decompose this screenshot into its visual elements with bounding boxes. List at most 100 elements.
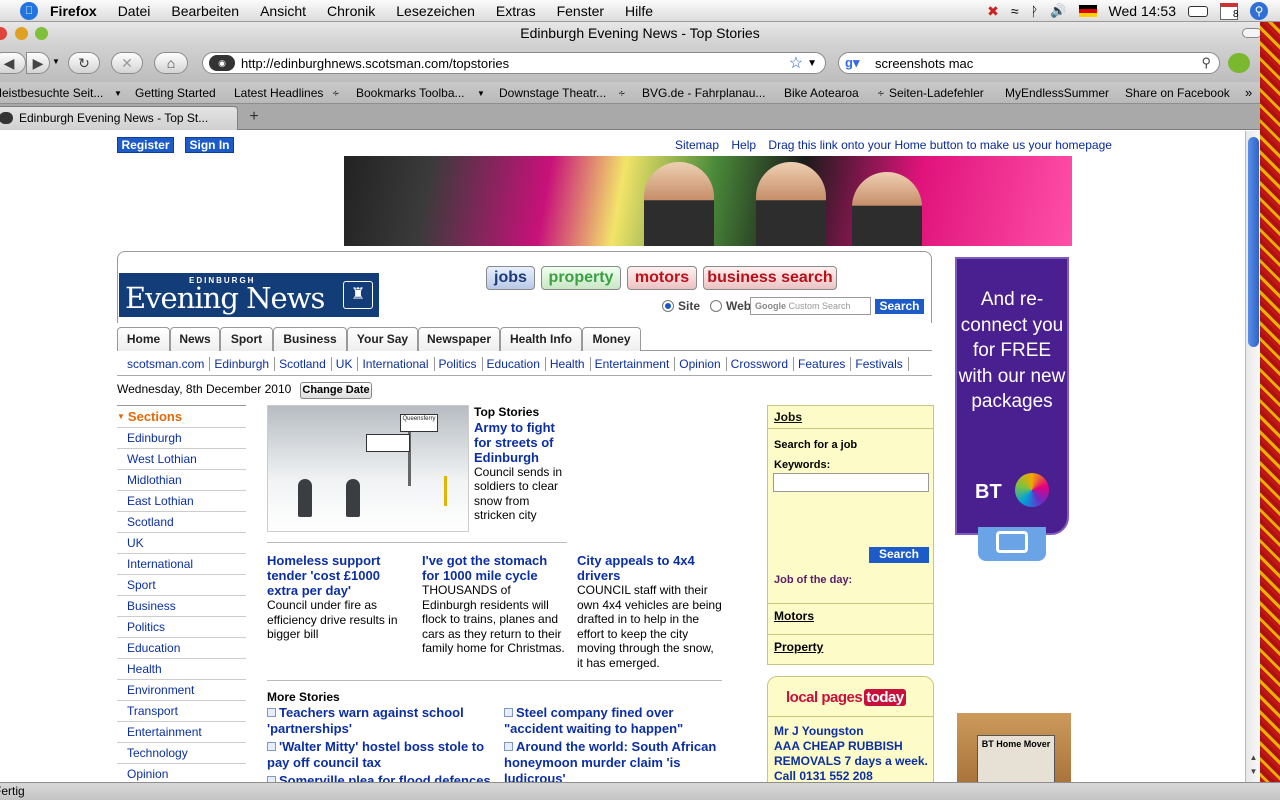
section-link[interactable]: Sport: [117, 574, 246, 595]
bt-home-mover-ad[interactable]: BT Home Mover: [957, 713, 1071, 782]
clock[interactable]: Wed 14:53: [1109, 3, 1176, 19]
section-link[interactable]: Edinburgh: [117, 427, 246, 448]
bookmark-item[interactable]: Latest Headlines: [234, 86, 323, 100]
bookmark-item[interactable]: Share on Facebook: [1125, 86, 1230, 100]
menu-hilfe[interactable]: Hilfe: [625, 3, 653, 19]
menu-chronik[interactable]: Chronik: [327, 3, 375, 19]
section-link[interactable]: Environment: [117, 679, 246, 700]
battery-icon[interactable]: [1188, 5, 1208, 17]
section-link[interactable]: Health: [117, 658, 246, 679]
job-search-button[interactable]: Search: [869, 547, 929, 563]
property-button[interactable]: property: [541, 266, 621, 290]
more-story-link[interactable]: Teachers warn against school 'partnershi…: [267, 705, 492, 737]
motors-link[interactable]: Motors: [768, 603, 933, 628]
bookmark-item[interactable]: MyEndlessSummer: [1005, 86, 1109, 100]
menu-lesezeichen[interactable]: Lesezeichen: [396, 3, 475, 19]
bookmark-item[interactable]: Seiten-Ladefehler: [889, 86, 984, 100]
menu-app-firefox[interactable]: Firefox: [50, 3, 97, 19]
story-headline[interactable]: City appeals to 4x4 drivers: [577, 553, 723, 583]
bookmark-star-icon[interactable]: ☆: [789, 53, 803, 73]
subnav-uk[interactable]: UK: [331, 357, 359, 371]
minimize-window-icon[interactable]: [15, 27, 28, 40]
section-link[interactable]: Education: [117, 637, 246, 658]
spotlight-icon[interactable]: ⚲: [1250, 2, 1268, 20]
menu-bearbeiten[interactable]: Bearbeiten: [171, 3, 239, 19]
site-radio[interactable]: [662, 300, 674, 312]
business-search-button[interactable]: business search: [703, 266, 837, 290]
scrollbar-thumb[interactable]: [1248, 137, 1259, 347]
subnav-crossword[interactable]: Crossword: [726, 357, 795, 371]
back-button[interactable]: ◀: [0, 52, 26, 74]
top-story-headline[interactable]: Army to fight for streets of Edinburgh: [474, 420, 566, 465]
section-link[interactable]: Technology: [117, 742, 246, 763]
site-search-button[interactable]: Search: [875, 299, 924, 314]
bookmark-item[interactable]: Meistbesuchte Seit...: [0, 86, 103, 100]
web-radio[interactable]: [710, 300, 723, 312]
subnav-politics[interactable]: Politics: [434, 357, 483, 371]
subnav-scotland[interactable]: Scotland: [275, 357, 332, 371]
sign-in-button[interactable]: Sign In: [185, 137, 234, 153]
wifi-icon[interactable]: ≈: [1011, 3, 1019, 19]
section-link[interactable]: Transport: [117, 700, 246, 721]
bt-advert[interactable]: And re-connect you for FREE with our new…: [955, 257, 1069, 535]
section-link[interactable]: UK: [117, 532, 246, 553]
help-link[interactable]: Help: [731, 138, 756, 152]
volume-icon[interactable]: 🔊: [1050, 3, 1066, 19]
scroll-up-arrow-icon[interactable]: ▲: [1248, 753, 1259, 765]
subnav-festivals[interactable]: Festivals: [851, 357, 909, 371]
sitemap-link[interactable]: Sitemap: [675, 138, 719, 152]
nav-business[interactable]: Business: [273, 327, 347, 351]
zoom-window-icon[interactable]: [35, 27, 48, 40]
toolbar-toggle-icon[interactable]: [1242, 28, 1262, 38]
top-story-photo[interactable]: Queensferry: [267, 405, 469, 532]
nav-sport[interactable]: Sport: [220, 327, 273, 351]
bookmark-item[interactable]: Bike Aotearoa: [784, 86, 859, 100]
section-link[interactable]: International: [117, 553, 246, 574]
fashion-banner-ad[interactable]: [344, 156, 1072, 246]
subnav-education[interactable]: Education: [482, 357, 546, 371]
subnav-features[interactable]: Features: [794, 357, 852, 371]
menu-extras[interactable]: Extras: [496, 3, 536, 19]
subnav-opinion[interactable]: Opinion: [675, 357, 727, 371]
evening-news-logo[interactable]: EDINBURGH Evening News ♜: [119, 273, 379, 317]
nav-news[interactable]: News: [170, 327, 220, 351]
bookmark-item[interactable]: Getting Started: [135, 86, 216, 100]
tab-active[interactable]: Edinburgh Evening News - Top St...: [0, 106, 238, 130]
section-link[interactable]: Opinion: [117, 763, 246, 782]
nav-your-say[interactable]: Your Say: [347, 327, 418, 351]
sections-heading[interactable]: Sections: [117, 405, 246, 427]
site-identity-icon[interactable]: ◉: [209, 55, 235, 71]
url-bar[interactable]: ◉ ☆ ▼: [202, 52, 826, 74]
reload-button[interactable]: ↻: [68, 52, 100, 74]
section-link[interactable]: Business: [117, 595, 246, 616]
menu-datei[interactable]: Datei: [118, 3, 151, 19]
nav-home[interactable]: Home: [117, 327, 170, 351]
search-bar[interactable]: g▾ ⚲: [838, 52, 1220, 74]
section-link[interactable]: West Lothian: [117, 448, 246, 469]
subnav-scotsman[interactable]: scotsman.com: [123, 357, 211, 371]
jobs-button[interactable]: jobs: [486, 266, 535, 290]
more-story-link[interactable]: Around the world: South African honeymoo…: [504, 739, 734, 782]
section-link[interactable]: Scotland: [117, 511, 246, 532]
section-link[interactable]: Entertainment: [117, 721, 246, 742]
nav-money[interactable]: Money: [582, 327, 641, 351]
calendar-icon[interactable]: 8: [1220, 2, 1239, 20]
register-button[interactable]: Register: [117, 137, 174, 153]
story-headline[interactable]: I've got the stomach for 1000 mile cycle: [422, 553, 567, 583]
story-headline[interactable]: Homeless support tender 'cost £1000 extr…: [267, 553, 401, 598]
subnav-edinburgh[interactable]: Edinburgh: [210, 357, 276, 371]
input-source-flag-icon[interactable]: [1078, 5, 1097, 17]
new-tab-button[interactable]: +: [242, 108, 266, 128]
forward-button[interactable]: ▶: [26, 52, 50, 74]
search-engine-icon[interactable]: g▾: [845, 55, 869, 71]
menu-fenster[interactable]: Fenster: [557, 3, 604, 19]
subnav-health[interactable]: Health: [545, 357, 591, 371]
local-pages-logo[interactable]: local pages today: [786, 689, 906, 706]
bluetooth-icon[interactable]: ᚹ: [1031, 4, 1039, 19]
homepage-link[interactable]: Drag this link onto your Home button to …: [768, 138, 1112, 152]
bookmarks-overflow-icon[interactable]: »: [1245, 85, 1252, 100]
motors-button[interactable]: motors: [627, 266, 697, 290]
status-app-icon[interactable]: ✖: [987, 3, 999, 20]
search-input[interactable]: [875, 55, 1202, 71]
apple-menu-icon[interactable]: : [20, 1, 38, 20]
